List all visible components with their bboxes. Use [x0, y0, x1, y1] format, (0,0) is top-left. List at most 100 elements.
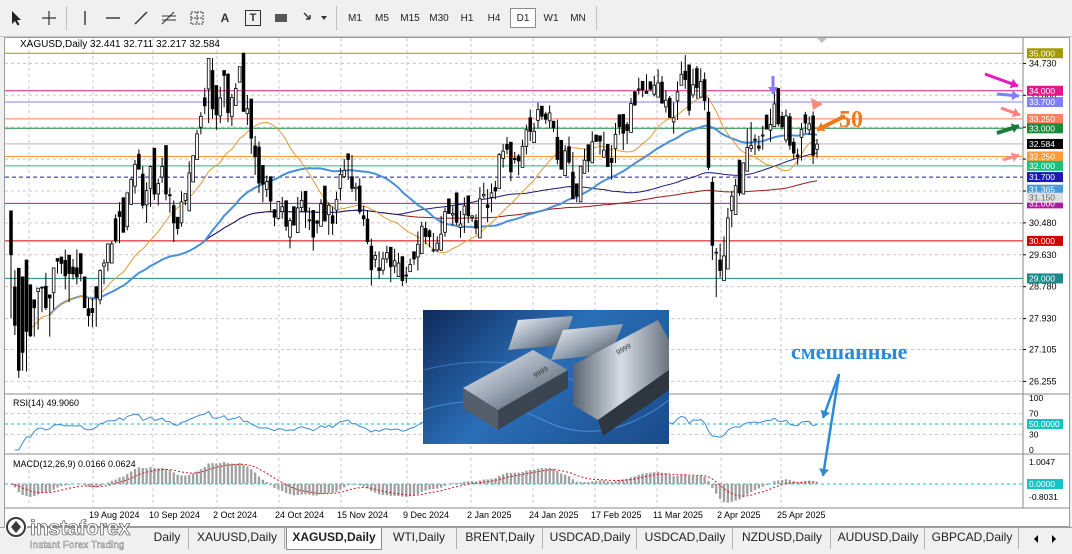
horizontal-line-icon[interactable] [102, 8, 124, 28]
tab-xagusd[interactable]: XAGUSD,Daily [286, 528, 382, 550]
candle-body [51, 267, 56, 294]
candle-body [815, 143, 819, 150]
tab-scroll-left-icon[interactable] [1030, 532, 1042, 546]
candle-body [540, 105, 544, 117]
candle-body [75, 267, 79, 278]
candle [330, 206, 335, 235]
candle-body [644, 90, 649, 94]
candle [497, 153, 502, 189]
candle-body [121, 197, 126, 233]
candle [179, 191, 184, 227]
vertical-line-icon[interactable] [74, 8, 96, 28]
candle-body [636, 88, 641, 91]
candle [361, 205, 366, 226]
candle-body [168, 194, 172, 197]
candle-body [140, 173, 145, 206]
chart-window[interactable]: 19 Aug 2024 10 Sep 2024 2 Oct 2024 24 Oct 2… [4, 37, 1070, 527]
candle-body [419, 225, 424, 255]
candle [605, 144, 610, 167]
candle [385, 245, 389, 264]
candle-body [357, 185, 362, 213]
candle [210, 58, 215, 119]
candle-body [543, 113, 548, 120]
cursor-icon[interactable] [6, 8, 28, 28]
tab-gbpcad[interactable]: GBPCAD,Daily [926, 528, 1019, 549]
tab-audusd[interactable]: AUDUSD,Daily [832, 528, 925, 549]
candle [346, 153, 350, 181]
timeframe-m15[interactable]: M15 [397, 8, 423, 28]
annotation-50: 50 [839, 107, 863, 133]
macd-scale-label: -0.8031 [1029, 492, 1058, 502]
candle-body [447, 198, 451, 214]
candle [633, 91, 637, 106]
candle-body [160, 166, 164, 178]
shift-marker-icon [817, 38, 827, 43]
candle [629, 97, 633, 133]
candle-body [78, 253, 83, 274]
trendline-icon[interactable] [130, 8, 152, 28]
candle-body [20, 276, 25, 353]
timeframe-w1[interactable]: W1 [538, 8, 564, 28]
candle [431, 233, 436, 253]
candle [245, 94, 250, 125]
timeframe-m5[interactable]: M5 [369, 8, 395, 28]
tab-wti[interactable]: WTI,Daily [382, 528, 457, 549]
triangle-salmon [811, 98, 823, 110]
timeframe-m1[interactable]: M1 [342, 8, 368, 28]
candle [191, 155, 195, 183]
candle [129, 177, 133, 205]
candle-body [24, 259, 29, 332]
tab-brent[interactable]: BRENT,Daily [458, 528, 543, 549]
timeframe-h4[interactable]: H4 [481, 8, 507, 28]
candle-body [106, 243, 110, 264]
candle-body [443, 211, 447, 233]
gann-grid-icon[interactable] [186, 8, 208, 28]
candle-body [86, 308, 91, 316]
candle [698, 68, 703, 98]
label-icon[interactable] [270, 8, 292, 28]
candle-body [512, 157, 517, 160]
candle [660, 76, 664, 104]
candle-body [621, 114, 626, 134]
candle-body [183, 193, 188, 201]
candle-body [648, 81, 653, 90]
tab-partial[interactable]: Daily [146, 528, 189, 549]
candle-body [795, 154, 800, 158]
candle-body [307, 219, 312, 222]
candle-body [206, 58, 211, 90]
candle-body [489, 192, 494, 198]
candle-body [164, 145, 168, 195]
candle [148, 165, 153, 207]
chart-canvas[interactable]: 19 Aug 2024 10 Sep 2024 2 Oct 2024 24 Oct 2… [5, 38, 1069, 526]
candle [171, 200, 176, 243]
timeframe-h1[interactable]: H1 [454, 8, 480, 28]
candle-body [582, 159, 587, 174]
candle-body [342, 169, 347, 178]
candle [125, 192, 130, 231]
tab-usdcad-1[interactable]: USDCAD,Daily [544, 528, 637, 549]
tab-nzdusd[interactable]: NZDUSD,Daily [734, 528, 831, 549]
arrow-head [1011, 90, 1019, 101]
timeframe-m30[interactable]: M30 [426, 8, 452, 28]
arrows-icon[interactable] [298, 8, 332, 28]
candle [749, 121, 753, 152]
tab-xauusd[interactable]: XAUUSD,Daily [190, 528, 285, 549]
rsi-scale-label: 50.0000 [1029, 419, 1060, 429]
candle-body [466, 195, 471, 217]
tab-usdcad-2[interactable]: USDCAD,Daily [638, 528, 733, 549]
timeframe-d1[interactable]: D1 [510, 8, 536, 28]
timeframe-mn[interactable]: MN [565, 8, 591, 28]
candle [195, 129, 199, 160]
macd-scale-label: 1.0047 [1029, 457, 1055, 467]
fibonacci-icon[interactable] [158, 8, 180, 28]
candle [121, 197, 126, 233]
candle-body [462, 205, 467, 216]
candle [264, 175, 269, 197]
date-label: 2 Apr 2025 [717, 510, 761, 520]
text-label-icon[interactable]: T [242, 8, 264, 28]
candle [102, 259, 106, 285]
tab-scroll-right-icon[interactable] [1048, 532, 1060, 546]
text-tool-icon[interactable]: A [214, 8, 236, 28]
candle-body [392, 260, 397, 267]
crosshair-icon[interactable] [38, 8, 60, 28]
